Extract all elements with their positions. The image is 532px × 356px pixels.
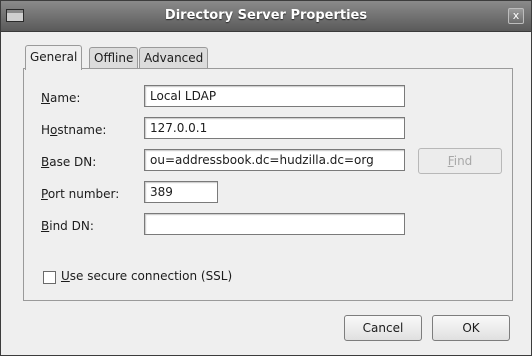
base-dn-field[interactable]: ou=addressbook.dc=hudzilla.dc=org — [144, 149, 405, 171]
ok-button[interactable]: OK — [432, 315, 510, 341]
port-number-field[interactable]: 389 — [144, 181, 218, 203]
tab-offline[interactable]: Offline — [89, 47, 139, 68]
name-field[interactable]: Local LDAP — [144, 85, 405, 107]
ssl-checkbox[interactable] — [43, 271, 56, 284]
bind-dn-label: Bind DN: — [41, 219, 94, 233]
bind-dn-field[interactable] — [144, 213, 405, 235]
name-label: Name: — [41, 91, 81, 105]
directory-server-properties-dialog: Directory Server Properties x General Of… — [0, 0, 532, 356]
cancel-button[interactable]: Cancel — [344, 315, 422, 341]
ssl-checkbox-label[interactable]: Use secure connection (SSL) — [61, 269, 232, 283]
find-button[interactable]: Find — [418, 148, 502, 174]
hostname-field[interactable]: 127.0.0.1 — [144, 117, 405, 139]
port-number-label: Port number: — [41, 187, 120, 201]
window-title: Directory Server Properties — [164, 8, 368, 23]
tab-general[interactable]: General — [25, 45, 83, 70]
tab-advanced[interactable]: Advanced — [139, 47, 209, 68]
base-dn-label: Base DN: — [41, 155, 97, 169]
hostname-label: Hostname: — [41, 123, 107, 137]
close-icon[interactable]: x — [508, 8, 524, 24]
title-bar[interactable]: Directory Server Properties x — [1, 1, 531, 32]
